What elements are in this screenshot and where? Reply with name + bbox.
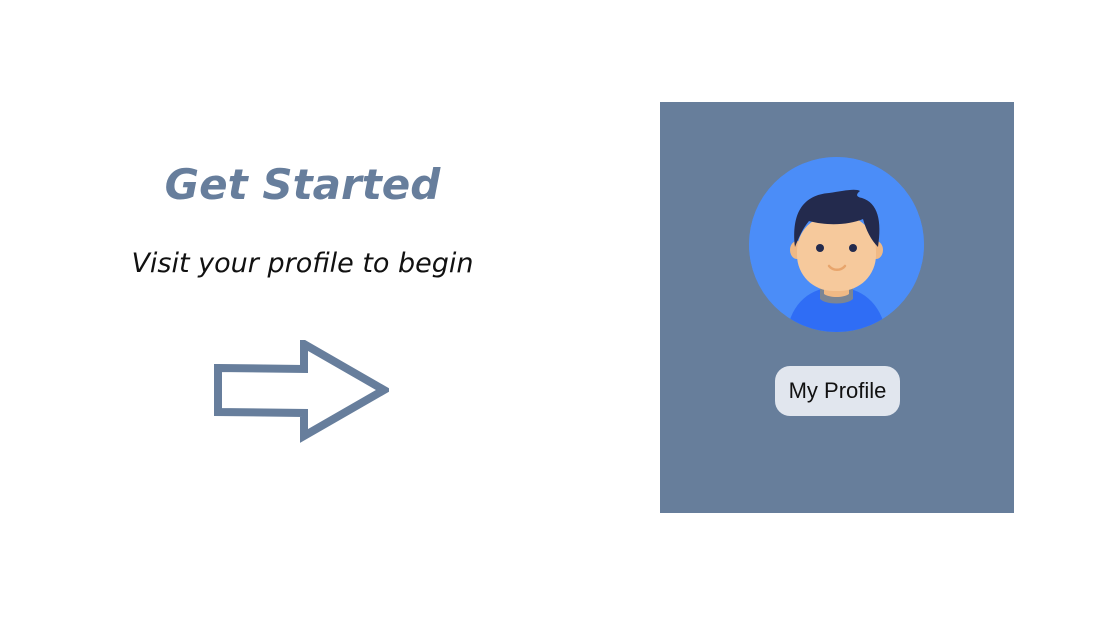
- page-subtitle: Visit your profile to begin: [131, 248, 474, 279]
- page-title: Get Started: [164, 160, 441, 209]
- user-avatar-icon: [749, 157, 924, 332]
- my-profile-button[interactable]: My Profile: [775, 366, 900, 416]
- get-started-section: Get Started Visit your profile to begin: [100, 150, 505, 460]
- right-arrow-icon: [214, 337, 393, 443]
- profile-card: My Profile: [660, 102, 1014, 513]
